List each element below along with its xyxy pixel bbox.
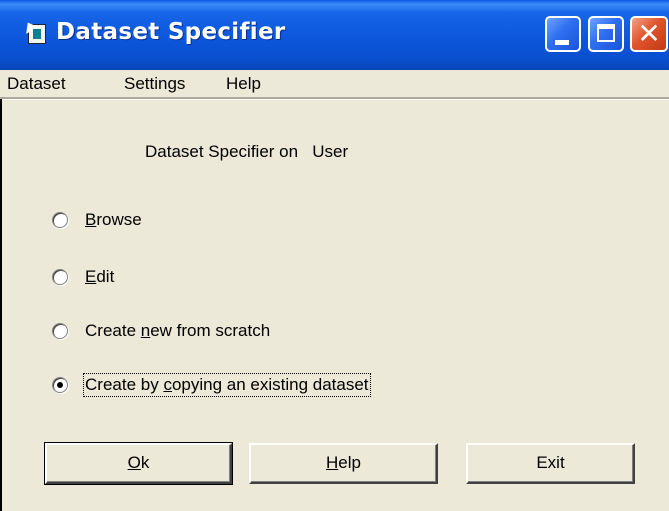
window-border — [0, 99, 2, 511]
ok-button[interactable]: Ok — [44, 442, 233, 485]
app-icon[interactable] — [21, 19, 46, 44]
option-browse-label[interactable]: Browse — [85, 210, 142, 230]
menu-help[interactable]: Help — [226, 74, 261, 94]
exit-button[interactable]: Exit — [466, 443, 635, 484]
menu-separator — [0, 97, 669, 100]
option-edit-label[interactable]: Edit — [85, 267, 114, 287]
title-bar[interactable]: Dataset Specifier ✕ — [0, 0, 669, 70]
radio-create-new[interactable] — [52, 323, 68, 339]
maximize-button[interactable] — [588, 16, 624, 52]
option-create-copy-label[interactable]: Create by copying an existing dataset — [83, 373, 371, 397]
close-button[interactable]: ✕ — [630, 16, 668, 52]
window-title: Dataset Specifier — [56, 19, 286, 45]
radio-create-copy[interactable] — [52, 377, 68, 393]
dataset-specifier-window: Dataset Specifier ✕ Dataset Settings Hel… — [0, 0, 669, 511]
option-create-new-label[interactable]: Create new from scratch — [85, 321, 270, 341]
radio-edit[interactable] — [52, 269, 68, 285]
radio-browse[interactable] — [52, 212, 68, 228]
menu-dataset[interactable]: Dataset — [7, 74, 66, 94]
close-icon: ✕ — [637, 17, 661, 50]
page-heading: Dataset Specifier on User — [145, 142, 349, 161]
minimize-button[interactable] — [545, 16, 581, 52]
menu-settings[interactable]: Settings — [124, 74, 185, 94]
menu-bar: Dataset Settings Help — [0, 70, 669, 96]
help-button[interactable]: Help — [249, 443, 438, 484]
